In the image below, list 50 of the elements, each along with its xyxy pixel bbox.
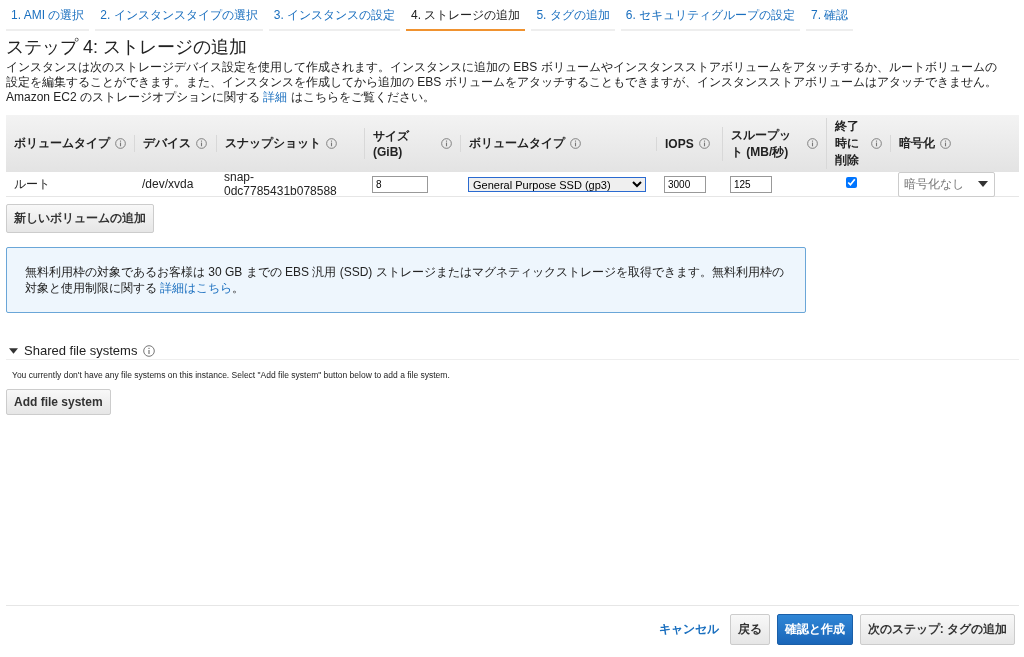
column-header: スナップショット — [225, 135, 321, 152]
back-button[interactable]: 戻る — [729, 614, 770, 645]
column-header: スループット (MB/秒) — [731, 126, 792, 161]
input-field[interactable]: 3000 — [664, 175, 706, 193]
column-header: ボリュームタイプ — [14, 135, 110, 152]
column-header: サイズ (GiB) — [373, 128, 411, 159]
info-icon[interactable] — [326, 138, 337, 149]
column-header: 終了時に削除 — [835, 118, 860, 169]
info-icon[interactable] — [196, 138, 207, 149]
add-volume-button[interactable]: 新しいボリュームの追加 — [6, 204, 154, 233]
column-header: ボリュームタイプ — [469, 135, 565, 152]
info-icon[interactable] — [807, 138, 818, 149]
input-field[interactable]: 8 — [372, 175, 428, 193]
step-tab[interactable]: 5. タグの追加 — [531, 3, 615, 31]
step-tab[interactable]: 1. AMI の選択 — [6, 3, 90, 31]
caret-icon — [978, 181, 988, 187]
table-cell: ルート — [14, 176, 50, 191]
details-link[interactable]: 詳細はこちら — [160, 281, 233, 295]
step-tab[interactable]: 7. 確認 — [806, 3, 854, 31]
empty-message: You currently don't have any file systems on this instance. Select "Add file system" button below to add a file system. — [12, 370, 451, 380]
info-icon[interactable] — [698, 138, 710, 149]
column-header: 暗号化 — [899, 135, 935, 152]
info-icon[interactable] — [441, 138, 452, 149]
info-icon[interactable] — [570, 138, 581, 149]
description-text: インスタンスは次のストレージデバイス設定を使用して作成されます。インスタンスに追加の EBS ボリュームやインスタンスストアボリュームをアタッチするか、ルートボリュームの設定を編集することができます。また、インスタンスを作成してから追加の EBS ボリュームをアタッチすることもできますが、インスタンスストアボリュームはアタッチできません。Amazon EC2 のストレージオプションに関する 詳細 はこちらをご覧ください。 — [6, 60, 998, 105]
column-header: IOPS — [665, 136, 694, 151]
page-title: ステップ 4: ストレージの追加 — [6, 36, 248, 59]
section-title: Shared file systems — [24, 343, 138, 358]
info-icon[interactable] — [115, 138, 126, 149]
info-text: 無料利用枠の対象であるお客様は 30 GB までの EBS 汎用 (SSD) ストレージまたはマグネティックストレージを取得できます。無料利用枠の対象と使用制限に関する 詳細はこちら。 — [25, 264, 785, 296]
step-tab[interactable]: 2. インスタンスタイプの選択 — [95, 3, 263, 31]
expand-toggle-icon[interactable] — [9, 347, 18, 354]
volume-type-select[interactable]: General Purpose SSD (gp3) — [468, 176, 646, 192]
encryption-dropdown[interactable]: 暗号化なし — [898, 171, 995, 197]
step-tab[interactable]: 4. ストレージの追加 — [406, 3, 526, 31]
details-link[interactable]: 詳細 — [263, 90, 288, 104]
delete-checkbox[interactable] — [846, 177, 857, 188]
next-step-button[interactable]: 次のステップ: タグの追加 — [859, 614, 1015, 645]
table-cell: /dev/xvda — [142, 177, 194, 191]
info-icon[interactable] — [871, 138, 882, 149]
cancel-link[interactable]: キャンセル — [658, 621, 719, 638]
step-tab[interactable]: 6. セキュリティグループの設定 — [620, 3, 801, 31]
info-icon[interactable] — [940, 138, 951, 149]
column-header: デバイス — [143, 135, 191, 152]
step-tab[interactable]: 3. インスタンスの設定 — [268, 3, 401, 31]
info-icon[interactable] — [143, 344, 156, 357]
review-launch-button[interactable]: 確認と作成 — [776, 614, 853, 645]
input-field[interactable]: 125 — [730, 175, 772, 193]
table-cell: snap-0dc7785431b078588 — [224, 170, 337, 198]
add-file-system-button[interactable]: Add file system — [6, 389, 111, 415]
